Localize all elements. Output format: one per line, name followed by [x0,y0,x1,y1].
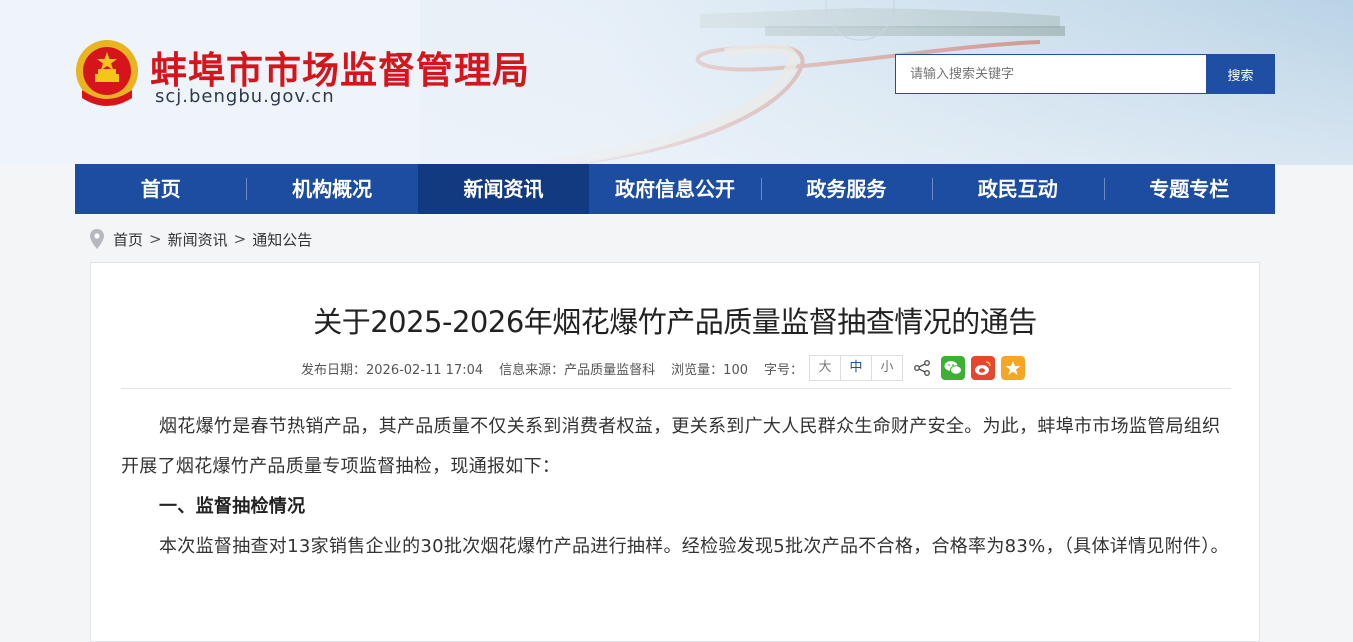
breadcrumb-notices[interactable]: 通知公告 [252,229,312,250]
nav-item-services[interactable]: 政务服务 [760,164,932,214]
publish-date: 发布日期：2026-02-11 17:04 [301,362,484,378]
font-size-switcher: 大 中 小 [809,355,904,381]
national-emblem-logo [76,40,138,106]
breadcrumb: 首页 > 新闻资讯 > 通知公告 [90,227,312,251]
meta-divider [121,388,1231,389]
location-pin-icon [90,229,104,249]
view-count: 浏览量：100 [671,362,748,378]
font-size-large-button[interactable]: 大 [810,356,842,380]
breadcrumb-separator: > [149,230,162,248]
font-size-small-button[interactable]: 小 [872,356,902,380]
article-paragraph: 本次监督抽查对13家销售企业的30批次烟花爆竹产品进行抽样。经检验发现5批次产品… [159,536,1229,557]
wechat-icon[interactable] [941,356,966,380]
nav-item-interaction[interactable]: 政民互动 [932,164,1103,214]
share-icon[interactable] [913,359,931,377]
search-button[interactable]: 搜索 [1206,54,1275,94]
breadcrumb-home[interactable]: 首页 [113,229,143,250]
font-size-label: 字号： [764,362,804,378]
site-url: scj.bengbu.gov.cn [155,86,335,107]
nav-item-topics[interactable]: 专题专栏 [1103,164,1275,214]
breadcrumb-news[interactable]: 新闻资讯 [168,229,228,250]
nav-item-news[interactable]: 新闻资讯 [417,164,590,214]
main-nav: 首页 机构概况 新闻资讯 政府信息公开 政务服务 政民互动 专题专栏 [75,164,1275,214]
article-body: 烟花爆竹是春节热销产品，其产品质量不仅关系到消费者权益，更关系到广大人民群众生命… [121,407,1231,567]
header-banner: 蚌埠市市场监督管理局 scj.bengbu.gov.cn 搜索 [0,0,1353,165]
search-input[interactable] [895,54,1206,94]
article-section-heading: 一、监督抽检情况 [159,496,306,517]
article-meta: 发布日期：2026-02-11 17:04 信息来源：产品质量监督科 浏览量：1… [301,354,1031,382]
article-title: 关于2025-2026年烟花爆竹产品质量监督抽查情况的通告 [313,305,1037,339]
weibo-icon[interactable] [971,356,996,380]
nav-item-gov-info[interactable]: 政府信息公开 [589,164,760,214]
article-paragraph: 烟花爆竹是春节热销产品，其产品质量不仅关系到消费者权益，更关系到广大人民群众生命… [121,416,1221,477]
favorite-icon[interactable] [1001,356,1026,380]
breadcrumb-separator: > [233,230,247,248]
nav-item-home[interactable]: 首页 [75,164,246,214]
article-panel: 关于2025-2026年烟花爆竹产品质量监督抽查情况的通告 发布日期：2026-… [90,262,1260,642]
nav-item-organization[interactable]: 机构概况 [246,164,417,214]
info-source: 信息来源：产品质量监督科 [499,362,656,378]
font-size-medium-button[interactable]: 中 [841,356,873,380]
